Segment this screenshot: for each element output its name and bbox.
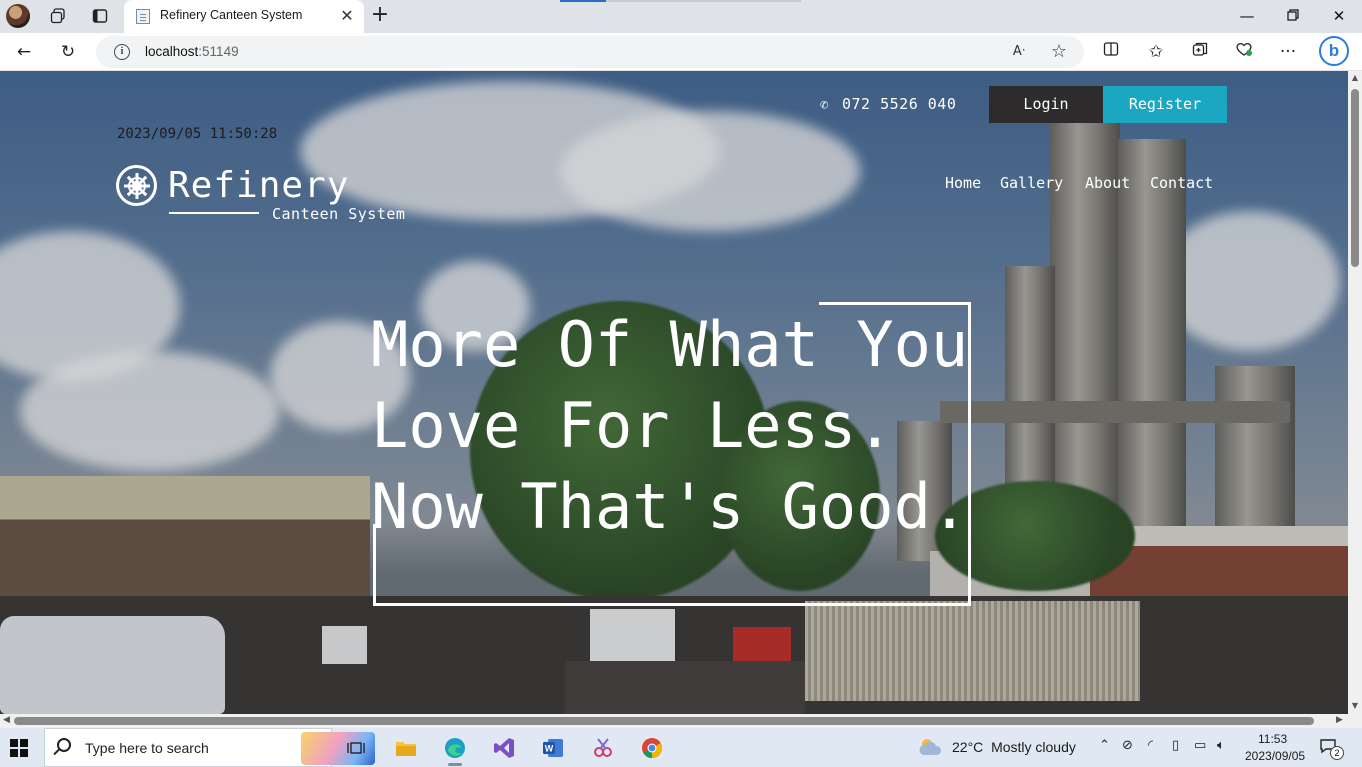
file-explorer-icon[interactable] xyxy=(390,732,422,764)
url-text[interactable]: localhost:51149 xyxy=(145,44,239,59)
visual-studio-icon[interactable] xyxy=(488,732,520,764)
windows-start-icon[interactable] xyxy=(10,739,28,757)
tab-refinery[interactable]: Refinery Canteen System ✕ xyxy=(124,0,364,33)
close-tab-icon[interactable]: ✕ xyxy=(338,6,356,26)
weather-temp: 22°C xyxy=(952,739,984,755)
task-view-icon[interactable] xyxy=(340,732,372,764)
loading-track xyxy=(606,0,801,2)
close-window-icon[interactable]: ✕ xyxy=(1324,4,1354,28)
taskbar-date[interactable]: 2023/09/05 xyxy=(1245,749,1305,763)
svg-text:W: W xyxy=(545,744,554,754)
battery-icon[interactable]: ▭ xyxy=(1194,738,1206,753)
headline-line-2: Love For Less. xyxy=(371,389,894,462)
favorite-star-icon[interactable]: ☆ xyxy=(1047,41,1071,63)
search-placeholder: Type here to search xyxy=(85,740,209,756)
hero-headline: More Of What You Love For Less. Now That… xyxy=(371,304,968,547)
url-port: :51149 xyxy=(198,44,239,59)
url-host: localhost xyxy=(145,44,199,59)
horizontal-scroll-thumb[interactable] xyxy=(14,717,1314,725)
notifications-icon[interactable]: 2 xyxy=(1320,738,1344,760)
windows-taskbar: Type here to search W 22°C Mostly cloudy… xyxy=(0,728,1362,767)
snipping-tool-icon[interactable] xyxy=(587,732,619,764)
headline-line-3: Now That's Good. xyxy=(371,470,969,543)
back-icon[interactable]: ← xyxy=(10,39,38,65)
show-hidden-icons-icon[interactable]: ⌃ xyxy=(1099,738,1110,753)
scroll-right-icon[interactable]: ▶ xyxy=(1336,715,1343,725)
taskbar-time[interactable]: 11:53 xyxy=(1258,732,1287,746)
more-menu-icon[interactable]: ··· xyxy=(1274,39,1302,65)
new-tab-icon[interactable]: + xyxy=(368,4,392,28)
horizontal-scrollbar[interactable]: ◀ ▶ xyxy=(0,714,1348,728)
nav-home[interactable]: Home xyxy=(945,174,981,192)
nav-about[interactable]: About xyxy=(1085,174,1130,192)
restore-icon[interactable] xyxy=(1278,4,1308,28)
weather-cloud-icon[interactable] xyxy=(918,737,944,757)
volume-icon[interactable]: 🔈︎ xyxy=(1217,738,1225,753)
split-screen-icon[interactable] xyxy=(1097,39,1125,65)
phone-number: 072 5526 040 xyxy=(842,95,957,113)
brand-subtitle: Canteen System xyxy=(272,205,406,223)
scroll-down-icon[interactable]: ▼ xyxy=(1350,701,1360,710)
word-icon[interactable]: W xyxy=(537,732,569,764)
scroll-corner xyxy=(1348,714,1362,728)
favorites-icon[interactable]: ✩ xyxy=(1142,39,1170,65)
weather-desc: Mostly cloudy xyxy=(991,739,1076,755)
vertical-scrollbar[interactable]: ▲ ▼ xyxy=(1348,71,1362,714)
page-favicon-icon xyxy=(136,9,150,24)
brand-name[interactable]: Refinery xyxy=(168,165,349,206)
nav-contact[interactable]: Contact xyxy=(1150,174,1213,192)
tab-title: Refinery Canteen System xyxy=(160,8,303,22)
brand-underline xyxy=(169,212,259,214)
bing-chat-icon[interactable]: b xyxy=(1319,36,1349,66)
phone-link-icon[interactable]: ▯ xyxy=(1172,738,1179,753)
tab-actions-icon[interactable] xyxy=(87,4,113,28)
weather-info[interactable]: 22°C Mostly cloudy xyxy=(952,739,1076,755)
scroll-up-icon[interactable]: ▲ xyxy=(1350,73,1360,82)
chrome-icon[interactable] xyxy=(636,732,668,764)
minimize-icon[interactable]: — xyxy=(1232,4,1262,28)
browser-tab-bar: Refinery Canteen System ✕ + — ✕ xyxy=(0,0,1362,33)
browser-toolbar: ← ↻ i localhost:51149 Aᐧ ☆ ✩ ··· b xyxy=(0,33,1362,71)
network-off-icon[interactable]: ⊘ xyxy=(1122,738,1133,753)
contact-phone: ✆ 072 5526 040 xyxy=(820,95,956,113)
logo-icon[interactable] xyxy=(116,165,157,206)
headline-frame-bottom xyxy=(373,603,971,606)
phone-icon: ✆ xyxy=(820,97,829,113)
collections-icon[interactable] xyxy=(1186,39,1214,65)
scroll-left-icon[interactable]: ◀ xyxy=(3,715,10,725)
nav-gallery[interactable]: Gallery xyxy=(1000,174,1063,192)
wifi-icon[interactable]: ◜ xyxy=(1148,738,1153,753)
headline-line-1: More Of What You xyxy=(371,308,969,381)
headline-frame-right xyxy=(968,302,971,606)
address-bar[interactable]: i localhost:51149 Aᐧ ☆ xyxy=(96,36,1084,68)
browser-essentials-icon[interactable] xyxy=(1230,39,1258,65)
taskbar-search[interactable]: Type here to search xyxy=(44,728,375,767)
workspaces-icon[interactable] xyxy=(45,4,71,28)
notification-count: 2 xyxy=(1330,746,1344,760)
loading-indicator xyxy=(560,0,606,2)
search-icon xyxy=(57,738,71,752)
read-aloud-icon[interactable]: Aᐧ xyxy=(1007,41,1031,63)
current-datetime: 2023/09/05 11:50:28 xyxy=(117,126,278,142)
web-page: ✆ 072 5526 040 Login Register 2023/09/05 … xyxy=(0,71,1348,714)
profile-avatar[interactable] xyxy=(6,4,30,28)
login-button[interactable]: Login xyxy=(989,86,1103,123)
vertical-scroll-thumb[interactable] xyxy=(1351,89,1359,267)
edge-browser-icon[interactable] xyxy=(439,732,471,766)
refresh-icon[interactable]: ↻ xyxy=(54,39,82,65)
site-info-icon[interactable]: i xyxy=(114,44,130,60)
register-button[interactable]: Register xyxy=(1103,86,1227,123)
